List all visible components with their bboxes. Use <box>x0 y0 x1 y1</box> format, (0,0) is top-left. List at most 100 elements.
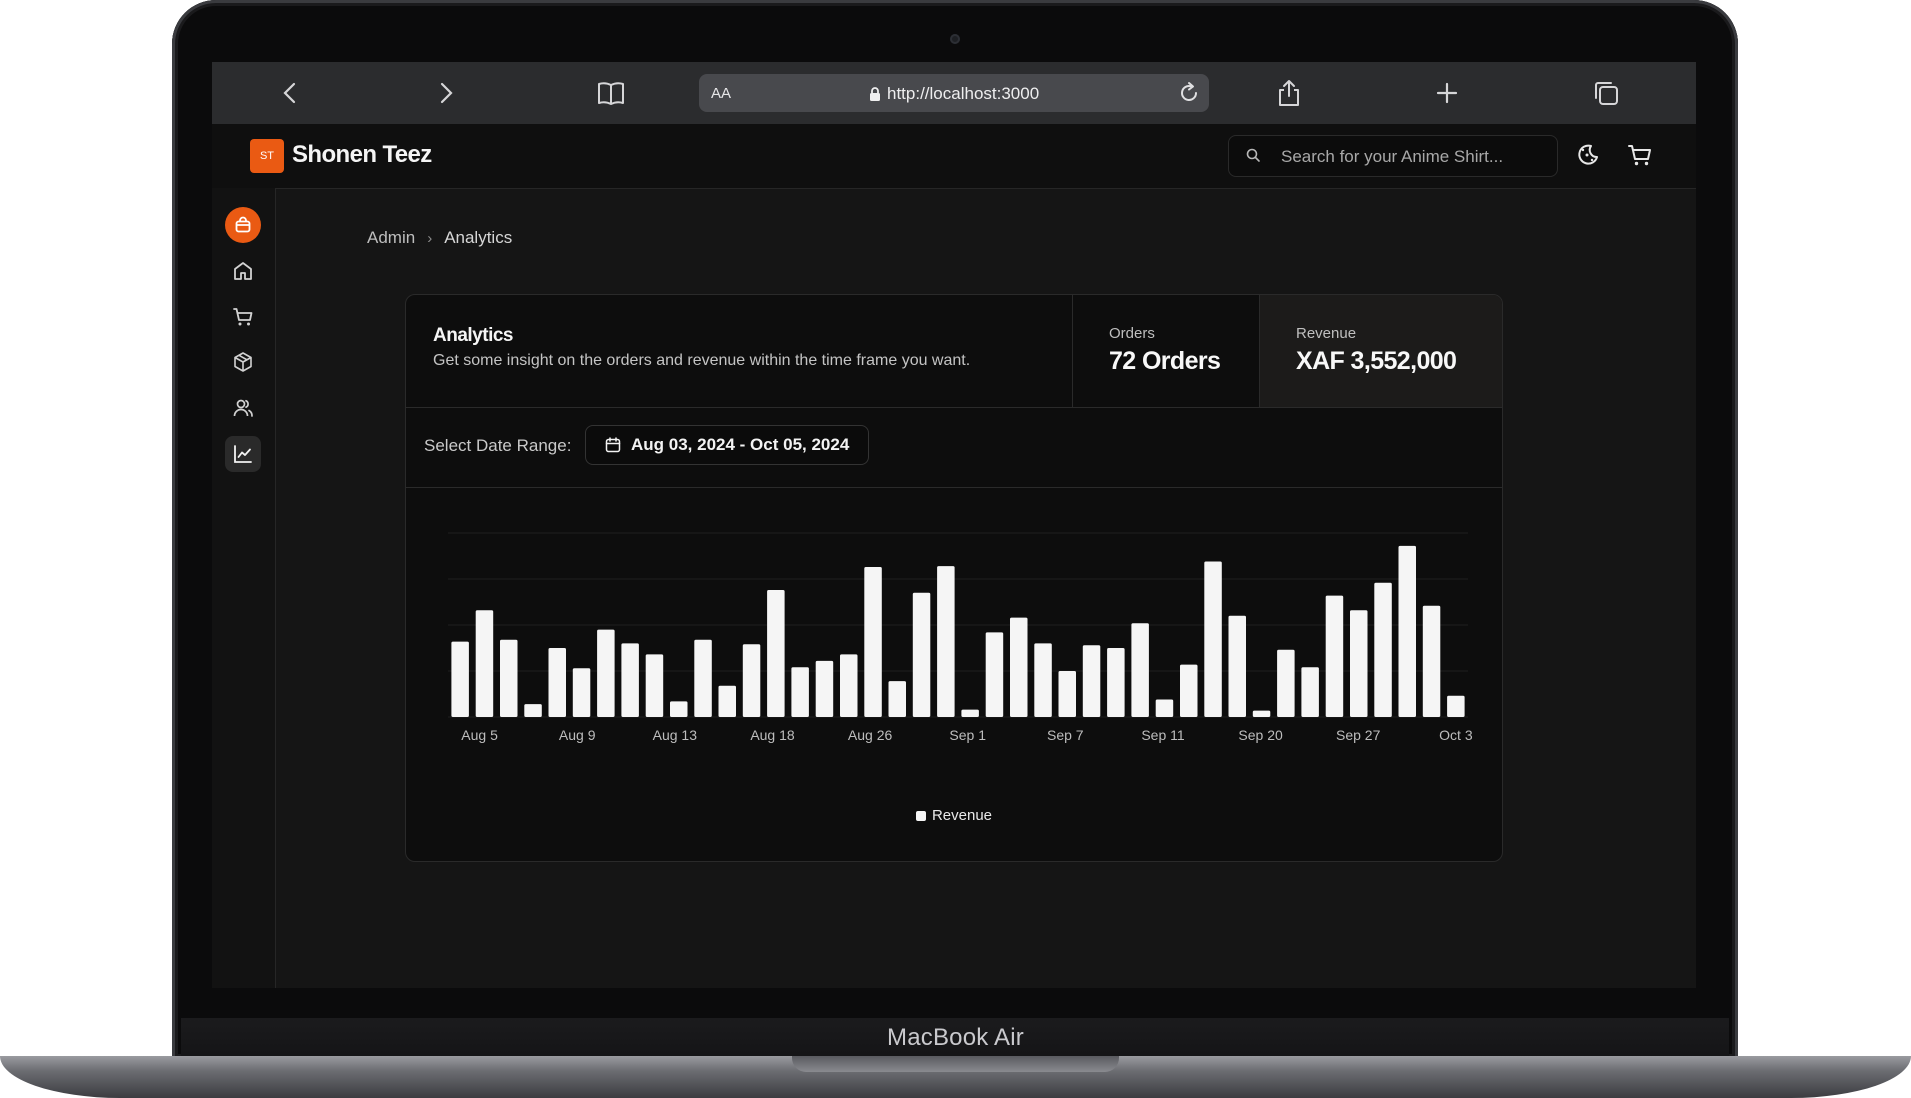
x-tick-label: Sep 1 <box>949 727 986 743</box>
chart-bar[interactable] <box>1155 699 1174 718</box>
url-text: http://localhost:3000 <box>887 84 1040 103</box>
back-button[interactable] <box>274 77 306 109</box>
chart-bar[interactable] <box>1447 695 1465 717</box>
chart-bar[interactable] <box>645 654 664 717</box>
users-icon <box>233 399 253 417</box>
chart-bar[interactable] <box>1277 649 1295 717</box>
x-tick-label: Sep 11 <box>1141 727 1185 743</box>
sidebar <box>212 188 276 988</box>
chart-bar[interactable] <box>985 632 1004 717</box>
chart-bar[interactable] <box>1301 667 1319 717</box>
brand-name[interactable]: Shonen Teez <box>292 141 432 169</box>
chart-bar[interactable] <box>912 592 931 717</box>
search-input[interactable] <box>1279 136 1553 178</box>
bar-chart: Aug 5 Aug 9 Aug 13 Aug 18 Aug 26 Sep 1 Sep 7 Se… <box>448 532 1473 743</box>
chart-bar[interactable] <box>524 704 542 717</box>
chart-bar[interactable] <box>1131 623 1149 717</box>
chart-bar[interactable] <box>937 566 955 717</box>
analytics-card-header: Analytics Get some insight on the orders… <box>406 295 1502 408</box>
reload-button[interactable] <box>1177 81 1201 105</box>
tabs-overview-button[interactable] <box>1590 77 1622 109</box>
chart-bar[interactable] <box>1228 615 1247 717</box>
orders-label: Orders <box>1109 325 1155 342</box>
chart-bar[interactable] <box>1010 617 1028 717</box>
chart-bar[interactable] <box>1350 610 1368 717</box>
chart-bar[interactable] <box>1034 643 1052 717</box>
orders-value: 72 Orders <box>1109 347 1221 375</box>
chart-bar[interactable] <box>621 643 639 717</box>
chart-bar[interactable] <box>597 629 615 717</box>
cart-icon <box>233 308 253 326</box>
plus-icon <box>1436 82 1458 104</box>
sidebar-item-home[interactable] <box>225 253 261 289</box>
laptop-hinge-notch <box>792 1056 1119 1072</box>
chart-bar[interactable] <box>791 667 809 717</box>
date-range-picker[interactable]: Aug 03, 2024 - Oct 05, 2024 <box>585 425 869 465</box>
chart-bar[interactable] <box>1107 648 1125 717</box>
revenue-stat[interactable]: Revenue XAF 3,552,000 <box>1259 295 1502 407</box>
new-tab-button[interactable] <box>1431 77 1463 109</box>
logo-text: ST <box>259 150 275 162</box>
shopping-bag-icon <box>235 216 251 233</box>
sidebar-item-store[interactable] <box>225 207 261 243</box>
chart-bar[interactable] <box>1325 595 1344 717</box>
chart-bar[interactable] <box>1082 645 1101 717</box>
sidebar-item-products[interactable] <box>225 344 261 380</box>
chart-bar[interactable] <box>475 610 494 717</box>
chart-bar[interactable] <box>1374 582 1392 717</box>
x-tick-label: Sep 7 <box>1047 727 1084 743</box>
date-range-row: Select Date Range: Aug 03, 2024 - Oct 05… <box>406 407 1502 488</box>
forward-button[interactable] <box>430 77 462 109</box>
breadcrumb-admin[interactable]: Admin <box>367 228 415 248</box>
reload-icon <box>1181 82 1197 101</box>
home-icon <box>234 262 252 280</box>
chart-legend[interactable]: Revenue <box>406 807 1502 824</box>
chart-bar[interactable] <box>451 641 469 717</box>
laptop-mockup: AA http://localhost:3000 ST Shonen Teez … <box>0 0 1911 1098</box>
calendar-icon <box>605 437 621 453</box>
chart-bar[interactable] <box>815 660 834 717</box>
chart-bar[interactable] <box>1058 671 1077 717</box>
bookmarks-button[interactable] <box>595 77 627 109</box>
breadcrumb-current: Analytics <box>444 228 513 247</box>
chart-bar[interactable] <box>961 709 979 717</box>
chart-bar[interactable] <box>718 685 737 717</box>
cart-icon <box>1628 145 1651 166</box>
chart-bar[interactable] <box>767 590 785 717</box>
cart-button[interactable] <box>1627 142 1653 168</box>
card-title: Analytics <box>433 325 513 346</box>
x-tick-label: Aug 13 <box>653 727 698 743</box>
chart-bar[interactable] <box>840 654 858 717</box>
text-size-button[interactable]: AA <box>711 85 731 102</box>
sidebar-item-customers[interactable] <box>225 390 261 426</box>
analytics-card: Analytics Get some insight on the orders… <box>405 294 1503 862</box>
chart-bar[interactable] <box>670 701 688 717</box>
revenue-label: Revenue <box>1296 325 1357 342</box>
chart-bar[interactable] <box>864 567 882 717</box>
brand-logo[interactable]: ST <box>250 139 284 173</box>
chart-bar[interactable] <box>1204 561 1222 718</box>
lock-icon <box>870 86 880 101</box>
chart-bar[interactable] <box>1252 710 1271 717</box>
package-icon <box>234 352 252 372</box>
chart-bar[interactable] <box>1398 545 1417 717</box>
theme-toggle-button[interactable] <box>1575 142 1601 168</box>
chart-bar[interactable] <box>1180 664 1198 717</box>
address-bar[interactable]: AA http://localhost:3000 <box>699 74 1209 112</box>
chart-bar[interactable] <box>500 639 518 717</box>
chevron-right-icon <box>440 82 453 104</box>
chart-bar[interactable] <box>694 639 712 717</box>
chart-bar[interactable] <box>742 644 761 717</box>
chart-bar[interactable] <box>548 648 567 717</box>
orders-stat[interactable]: Orders 72 Orders <box>1072 295 1260 407</box>
revenue-chart: Aug 5 Aug 9 Aug 13 Aug 18 Aug 26 Sep 1 Sep 7 Se… <box>406 488 1502 860</box>
chart-bar[interactable] <box>1422 605 1441 717</box>
webcam <box>950 34 960 44</box>
sidebar-item-orders[interactable] <box>225 299 261 335</box>
search-icon <box>1246 148 1260 162</box>
sidebar-item-analytics[interactable] <box>225 436 261 472</box>
share-button[interactable] <box>1273 77 1305 109</box>
x-tick-label: Aug 26 <box>848 727 893 743</box>
chart-bar[interactable] <box>572 668 591 717</box>
chart-bar[interactable] <box>888 681 907 717</box>
